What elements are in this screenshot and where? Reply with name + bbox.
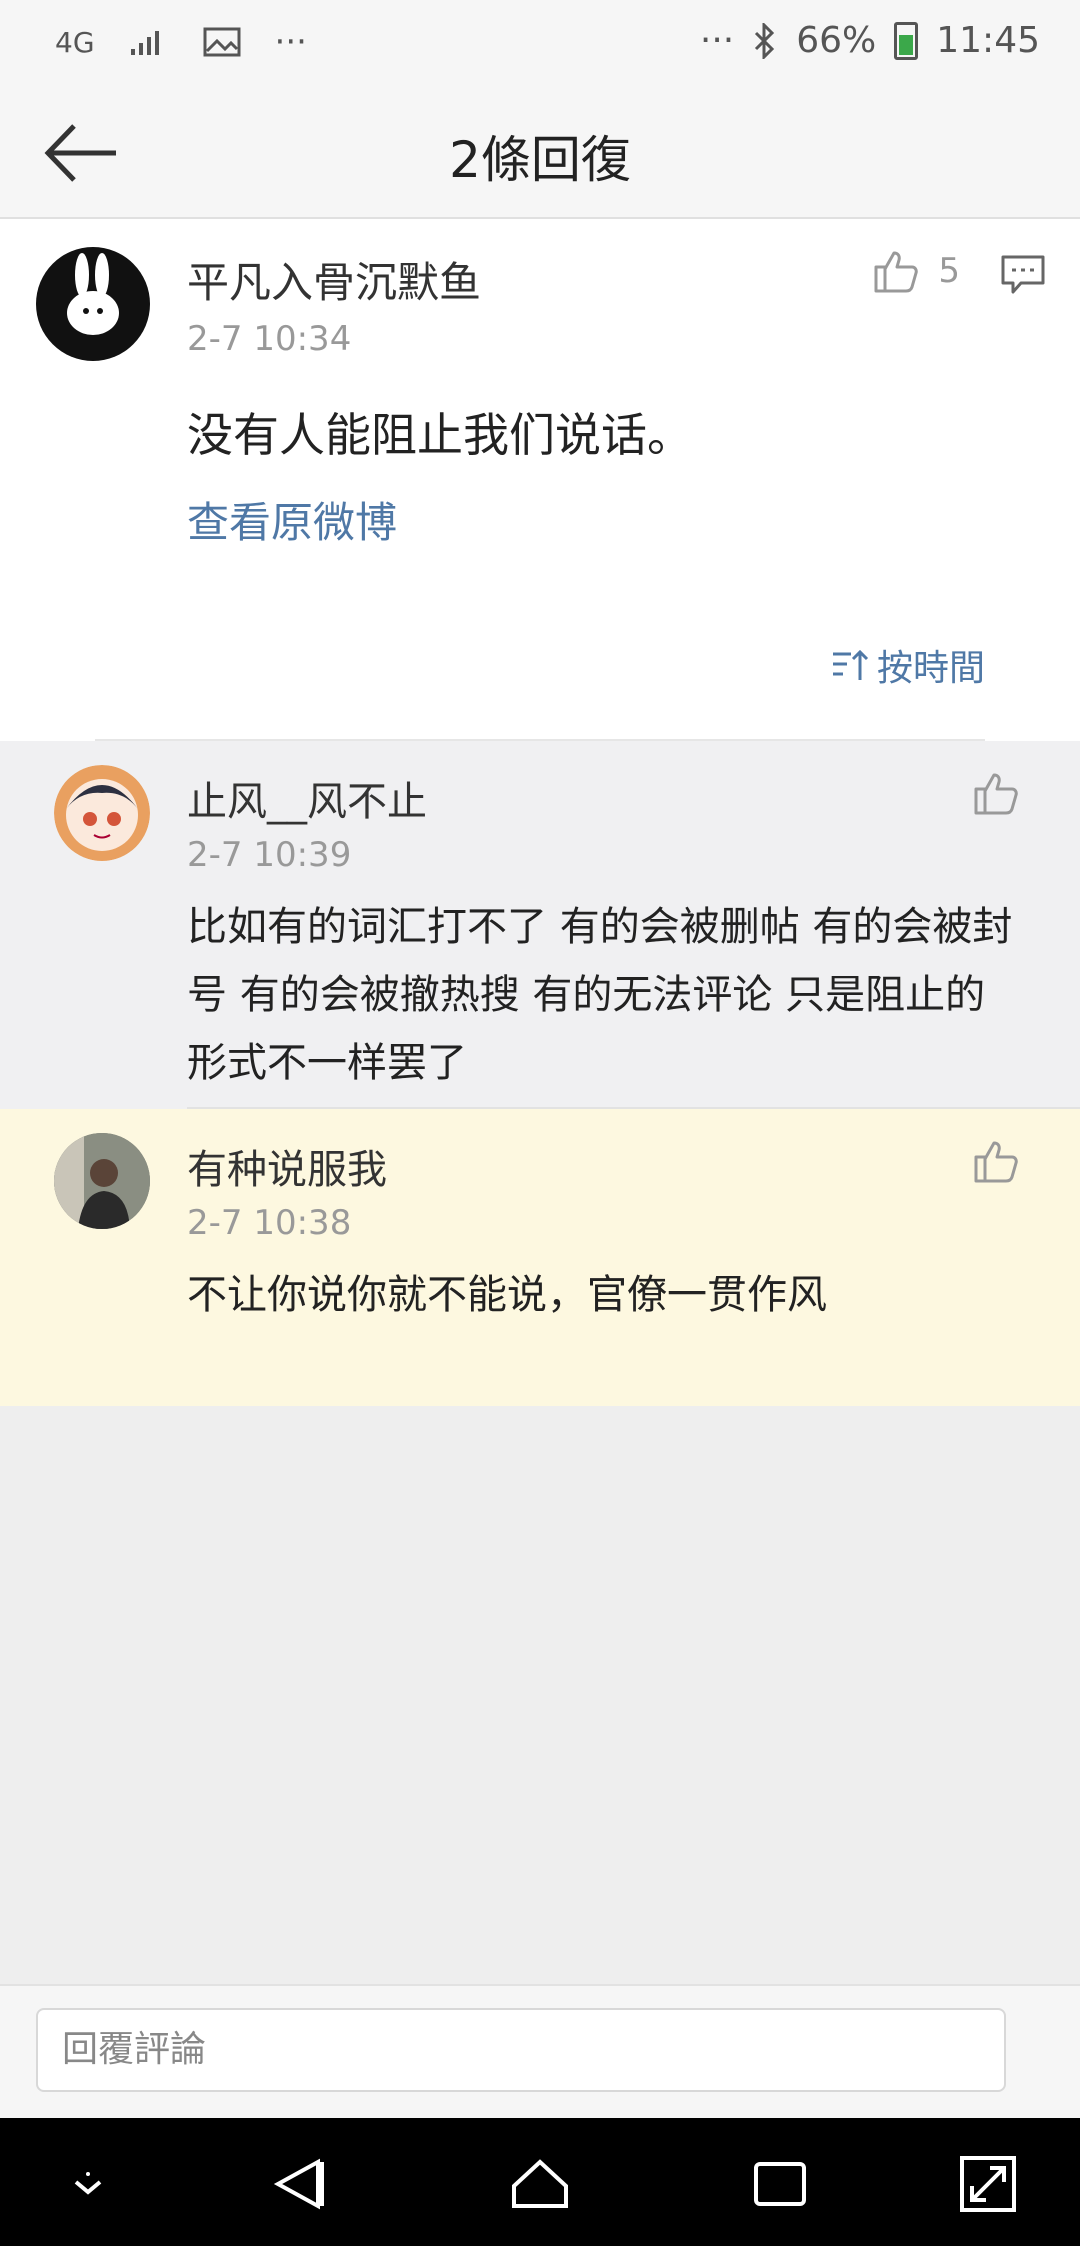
sort-icon <box>832 649 869 680</box>
recent-apps-icon[interactable] <box>748 2152 812 2216</box>
like-count: 5 <box>938 251 960 291</box>
clock: 11:45 <box>936 20 1040 61</box>
comment-time: 2-7 10:39 <box>187 835 352 875</box>
like-button[interactable]: 5 <box>872 247 960 295</box>
photo-avatar-icon <box>54 1133 150 1229</box>
system-nav-bar <box>0 2118 1080 2246</box>
thumbs-up-icon[interactable] <box>972 769 1020 817</box>
more-notifications-icon: ··· <box>274 22 307 62</box>
more-status-icon: ··· <box>699 20 735 61</box>
thumbs-up-icon[interactable] <box>972 1137 1020 1185</box>
signal-icon <box>130 31 159 55</box>
sort-by-time-button[interactable]: 按時間 <box>831 639 985 691</box>
reply-composer: 回覆評論 <box>0 1984 1080 2120</box>
status-right-icons: ··· 66% 11:45 <box>700 20 1040 61</box>
page-title: 2條回復 <box>449 131 631 189</box>
rabbit-avatar-icon <box>67 253 119 335</box>
main-comment: 平凡入骨沉默鱼 2-7 10:34 5 没有人能阻止我们说话。 查看原微博 按時… <box>0 219 1080 741</box>
status-bar: 4G ··· ··· 66% 11:45 <box>0 0 1080 90</box>
anime-avatar-icon <box>54 765 150 861</box>
list-item: 止风__风不止 2-7 10:39 比如有的词汇打不了 有的会被删帖 有的会被封… <box>0 741 1080 1109</box>
comment-text: 比如有的词汇打不了 有的会被删帖 有的会被封号 有的会被撤热搜 有的无法评论 只… <box>187 904 1013 1086</box>
reply-comment-icon[interactable] <box>1000 254 1046 296</box>
comment-text: 没有人能阻止我们说话。 <box>187 408 693 462</box>
expand-icon[interactable] <box>956 2152 1020 2216</box>
avatar[interactable] <box>54 765 150 861</box>
image-notification-icon <box>203 27 241 57</box>
commenter-name[interactable]: 有种说服我 <box>187 1137 387 1195</box>
battery-icon <box>894 21 919 60</box>
comment-text: 不让你说你就不能说，官僚一贯作风 <box>187 1272 827 1318</box>
home-icon[interactable] <box>508 2152 572 2216</box>
network-4g-icon: 4G <box>55 25 95 59</box>
status-left-icons: 4G ··· <box>55 22 307 62</box>
view-original-link[interactable]: 查看原微博 <box>187 489 397 550</box>
list-item: 有种说服我 2-7 10:38 不让你说你就不能说，官僚一贯作风 <box>0 1109 1080 1406</box>
thumbs-up-icon <box>874 251 919 293</box>
chevron-down-icon[interactable] <box>56 2152 120 2216</box>
comment-time: 2-7 10:38 <box>187 1203 352 1243</box>
avatar[interactable] <box>54 1133 150 1229</box>
bluetooth-icon <box>755 22 775 59</box>
title-bar: 2條回復 <box>0 90 1080 219</box>
battery-percent: 66% <box>796 20 877 61</box>
reply-input[interactable]: 回覆評論 <box>36 2008 1006 2092</box>
avatar[interactable] <box>36 247 150 361</box>
comment-time: 2-7 10:34 <box>187 319 352 359</box>
commenter-name[interactable]: 平凡入骨沉默鱼 <box>187 249 481 310</box>
commenter-name[interactable]: 止风__风不止 <box>187 769 427 827</box>
sort-label: 按時間 <box>876 648 985 689</box>
back-icon[interactable] <box>268 2152 332 2216</box>
